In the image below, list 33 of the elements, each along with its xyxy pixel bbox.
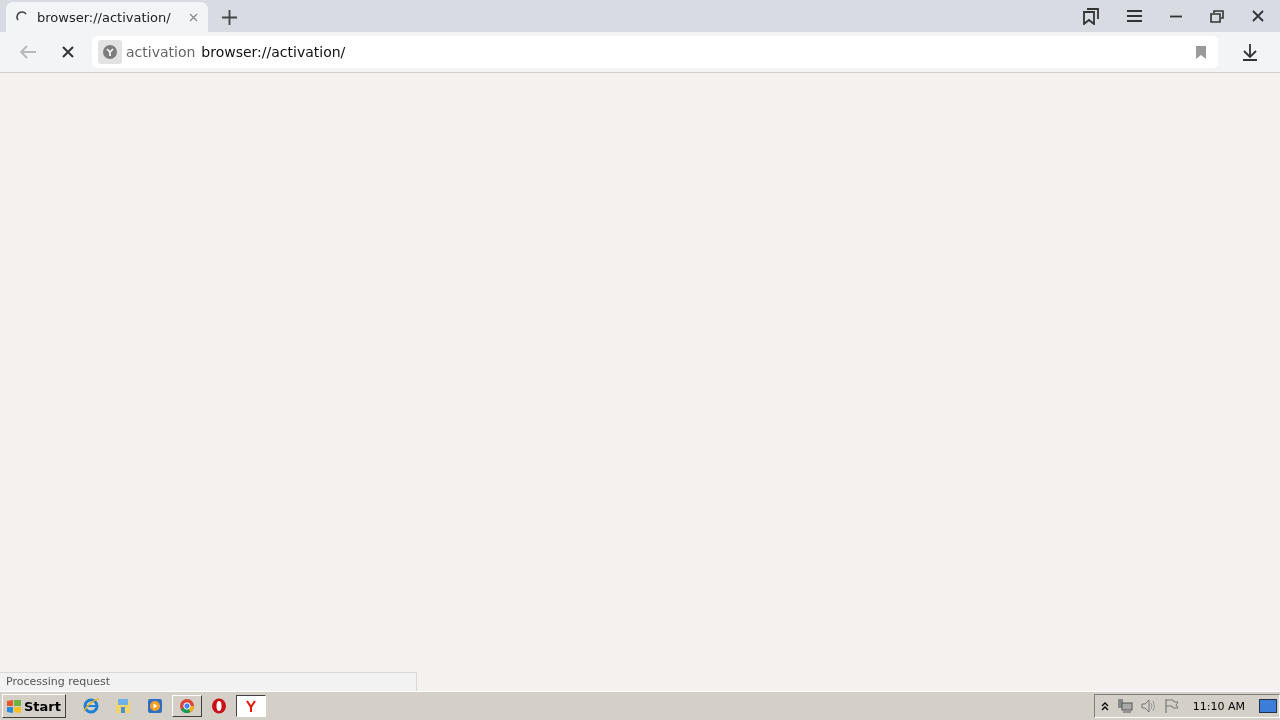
browser-icon: [211, 698, 227, 714]
speaker-icon[interactable]: [1140, 699, 1157, 713]
site-icon[interactable]: [98, 40, 122, 64]
browser-tab[interactable]: browser://activation/: [6, 2, 208, 32]
close-tab-icon[interactable]: [189, 12, 198, 22]
stop-icon: [62, 46, 74, 58]
collections-icon[interactable]: [1083, 7, 1099, 25]
chevron-icon[interactable]: [1100, 701, 1109, 711]
browser-icon: [83, 698, 99, 714]
show-desktop-button[interactable]: [1259, 699, 1277, 713]
windows-logo-icon: [7, 699, 21, 713]
close-icon[interactable]: [1252, 10, 1264, 22]
media-player-icon: [147, 698, 163, 714]
browser-icon: [243, 698, 259, 714]
network-icon[interactable]: [1116, 699, 1133, 713]
browser-icon: [179, 698, 195, 714]
download-icon: [1242, 43, 1258, 61]
loading-spinner-icon: [16, 11, 28, 23]
restore-icon[interactable]: [1210, 9, 1224, 23]
status-text: Processing request: [0, 672, 417, 691]
start-label: Start: [24, 698, 61, 714]
back-arrow-icon: [19, 45, 37, 59]
address-bar[interactable]: activation browser://activation/: [92, 36, 1218, 68]
clock[interactable]: 11:10 AM: [1192, 699, 1245, 713]
url-text: browser://activation/: [201, 44, 346, 60]
new-tab-icon[interactable]: [222, 9, 237, 25]
taskbar-button[interactable]: [236, 695, 266, 717]
start-button[interactable]: Start: [2, 694, 66, 718]
folder-icon: [115, 698, 131, 714]
menu-icon[interactable]: [1127, 10, 1142, 22]
bookmark-icon[interactable]: [1196, 45, 1206, 59]
minimize-icon[interactable]: [1170, 14, 1182, 18]
site-name: activation: [126, 44, 196, 60]
